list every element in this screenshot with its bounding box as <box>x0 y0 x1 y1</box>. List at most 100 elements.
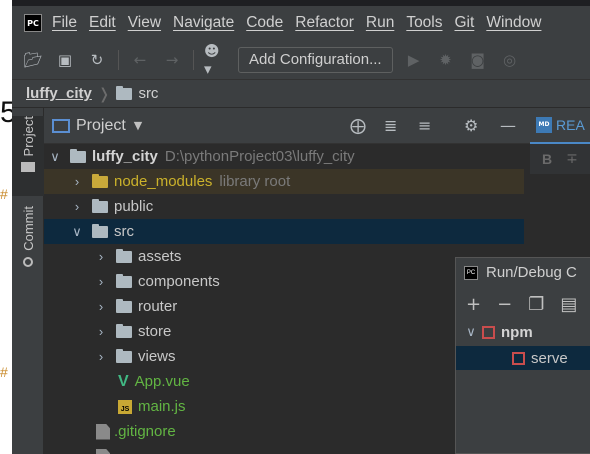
dialog-title-text: Run/Debug C <box>486 264 577 281</box>
tree-child-name: assets <box>138 248 182 265</box>
commit-icon <box>23 256 33 267</box>
chevron-right-icon[interactable]: › <box>94 249 108 264</box>
project-panel-title[interactable]: Project <box>76 117 126 135</box>
sync-icon[interactable]: ↻ <box>86 49 108 71</box>
tree-public-name: public <box>114 198 154 215</box>
expand-all-icon[interactable]: ≣ <box>384 116 397 135</box>
folder-icon <box>116 273 132 288</box>
tree-row-node-modules[interactable]: › node_modules library root <box>44 169 524 194</box>
config-group-npm[interactable]: ∨ npm <box>456 320 590 344</box>
dialog-title: PC Run/Debug C <box>464 264 577 281</box>
chevron-down-icon[interactable]: ▼ <box>134 119 142 132</box>
tree-row-router[interactable]: › router <box>44 294 524 319</box>
menu-run[interactable]: Run <box>366 14 394 32</box>
chevron-right-icon[interactable]: › <box>70 199 84 214</box>
chevron-right-icon[interactable]: › <box>94 324 108 339</box>
chevron-down-icon[interactable]: ∨ <box>464 324 478 340</box>
tree-row-partial <box>44 444 524 454</box>
tree-row-app-vue[interactable]: V App.vue <box>44 369 524 394</box>
left-tool-strip: Project Commit <box>12 108 44 454</box>
project-folder-icon <box>21 162 35 173</box>
save-icon[interactable]: ▣ <box>54 49 76 71</box>
tree-row-views[interactable]: › views <box>44 344 524 369</box>
toolbar-separator <box>118 49 119 70</box>
strikethrough-icon[interactable]: ∓ <box>566 151 578 167</box>
editor-tab-readme[interactable]: REA <box>556 117 585 133</box>
config-item-serve[interactable]: serve <box>456 346 590 370</box>
run-debug-configurations-dialog: PC Run/Debug C + − ❐ ▤ ∨ npm serve <box>455 257 590 454</box>
dialog-toolbar: + − ❐ ▤ <box>466 294 590 315</box>
markdown-toolbar: B ∓ <box>530 144 590 174</box>
open-folder-icon[interactable]: 📂︎ <box>22 49 44 71</box>
collapse-all-icon[interactable]: ≡ <box>418 116 431 135</box>
side-tab-project-label: Project <box>20 116 36 157</box>
side-tab-commit-label: Commit <box>20 206 36 251</box>
chevron-right-icon[interactable]: › <box>94 299 108 314</box>
tree-child-name: router <box>138 298 178 315</box>
folder-icon <box>70 148 86 163</box>
pycharm-logo-icon: PC <box>464 265 478 280</box>
side-tab-commit[interactable]: Commit <box>12 206 44 286</box>
chevron-down-icon[interactable]: ∨ <box>70 224 84 240</box>
copy-icon[interactable]: ❐ <box>528 294 544 315</box>
remove-icon[interactable]: − <box>497 294 512 315</box>
breadcrumb: luffy_city ❭ src <box>12 80 590 108</box>
tree-gitignore-name: .gitignore <box>114 423 176 440</box>
tree-row-root[interactable]: ∨ luffy_city D:\pythonProject03\luffy_ci… <box>44 144 524 169</box>
menu-code[interactable]: Code <box>246 14 283 32</box>
menu-tools[interactable]: Tools <box>406 14 442 32</box>
background-window-strip: 5 # # <box>0 0 17 454</box>
breadcrumb-project[interactable]: luffy_city <box>26 85 92 102</box>
main-toolbar: 📂︎ ▣ ↻ ← → ☻▾ Add Configuration... ▶ ✹ ◙… <box>12 40 590 80</box>
tree-row-assets[interactable]: › assets <box>44 244 524 269</box>
tree-row-public[interactable]: › public <box>44 194 524 219</box>
tree-child-name: components <box>138 273 220 290</box>
npm-label: npm <box>501 323 533 341</box>
add-icon[interactable]: + <box>466 294 481 315</box>
markdown-file-icon: MD <box>536 117 552 133</box>
serve-label: serve <box>531 349 568 367</box>
menu-file[interactable]: File <box>52 14 77 32</box>
tree-row-src[interactable]: ∨ src <box>44 219 524 244</box>
chevron-right-icon[interactable]: › <box>70 174 84 189</box>
project-panel-header: Project ▼ ⨁ ≣ ≡ ⚙ — <box>44 108 530 144</box>
menu-git[interactable]: Git <box>455 14 475 32</box>
run-icon[interactable]: ▶ <box>403 49 425 71</box>
tree-row-main-js[interactable]: JS main.js <box>44 394 524 419</box>
menu-view[interactable]: View <box>128 14 161 32</box>
profile-icon[interactable]: ◎ <box>499 49 521 71</box>
chevron-right-icon[interactable]: › <box>94 274 108 289</box>
bold-button[interactable]: B <box>542 151 552 167</box>
folder-icon <box>92 223 108 238</box>
menu-navigate[interactable]: Navigate <box>173 14 234 32</box>
forward-arrow-icon[interactable]: → <box>161 49 183 71</box>
vue-file-icon: V <box>118 372 129 390</box>
background-glyph-mid: # <box>0 186 8 202</box>
tree-child-name: views <box>138 348 176 365</box>
tree-row-components[interactable]: › components <box>44 269 524 294</box>
menu-edit[interactable]: Edit <box>89 14 116 32</box>
chevron-right-icon[interactable]: › <box>94 349 108 364</box>
file-icon <box>96 448 110 454</box>
folder-icon <box>116 323 132 338</box>
breadcrumb-src[interactable]: src <box>138 85 158 102</box>
tree-row-gitignore[interactable]: .gitignore <box>44 419 524 444</box>
breadcrumb-separator-icon: ❭ <box>97 84 111 103</box>
menu-window[interactable]: Window <box>486 14 541 32</box>
back-arrow-icon[interactable]: ← <box>129 49 151 71</box>
tree-root-name: luffy_city <box>92 148 158 165</box>
side-tab-project[interactable]: Project <box>12 116 44 196</box>
locate-target-icon[interactable]: ⨁ <box>350 116 366 135</box>
chevron-down-icon[interactable]: ∨ <box>48 149 62 165</box>
hide-panel-icon[interactable]: — <box>500 116 516 135</box>
menu-refactor[interactable]: Refactor <box>295 14 354 32</box>
coverage-icon[interactable]: ◙ <box>467 49 489 71</box>
user-icon[interactable]: ☻▾ <box>204 42 226 78</box>
add-configuration-button[interactable]: Add Configuration... <box>238 46 393 73</box>
debug-icon[interactable]: ✹ <box>435 49 457 71</box>
folder-icon <box>116 348 132 363</box>
gear-icon[interactable]: ⚙ <box>464 116 478 135</box>
tree-row-store[interactable]: › store <box>44 319 524 344</box>
new-folder-icon[interactable]: ▤ <box>560 294 577 315</box>
folder-icon <box>92 198 108 213</box>
